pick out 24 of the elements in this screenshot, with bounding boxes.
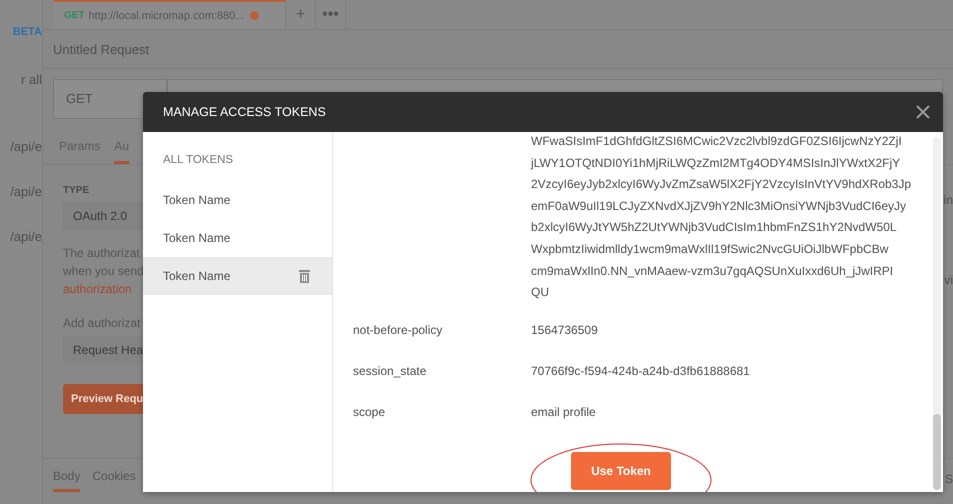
detail-value: email profile [531, 405, 596, 420]
history-item[interactable]: /api/e [10, 139, 42, 154]
history-item[interactable]: /api/e [10, 229, 42, 244]
token-value: WFwaSIsImF1dGhfdGltZSI6MCwic2Vzc2lvbl9zdGF0ZSI6IjcwNzY2ZjI jLWY1OTQtNDI0Yi1hMjRiLWQzZmI2MTg4ODY4MSIsInJlYWxtX2FjY 2VzcyI6eyJyb2xlcyI6WyJvZmZsaW5lX2FjY2VzcyIsInVtYV9hdXRob3Jp emF0aW9uIl19LCJyZXNvdXJjZV9hY2Nlc3MiOnsiYWNjb3VudCI6eyJy b2xlcyI6WyJtYW5hZ2UtYWNjb3VudCIsIm1hbmFnZS1hY2NvdW50L WxpbmtzIiwidmlldy1wcm9maWxlIl19fSwic2NvcGUiOiJlbWFpbCBw cm9maWxlIn0.NN_vnMAaew-vzm3u7gqAQSUnXuIxxd6Uh_jJwIRPI QU [531, 133, 912, 302]
use-token-button[interactable]: Use Token [571, 452, 671, 490]
scrollbar[interactable] [933, 137, 941, 490]
edge-text: vi [944, 273, 953, 287]
sidebar-link[interactable]: r all [21, 72, 42, 87]
detail-key: not-before-policy [353, 323, 531, 338]
edge-text: S [944, 472, 953, 486]
detail-key: scope [353, 405, 531, 420]
list-heading: ALL TOKENS [162, 154, 234, 166]
close-icon[interactable] [916, 105, 930, 119]
authorization-link[interactable]: authorization [63, 282, 132, 296]
detail-value: 70766f9c-f594-424b-a24b-d3fb61888681 [531, 364, 750, 378]
token-item[interactable]: Token Name [143, 257, 332, 295]
beta-badge[interactable]: BETA [12, 26, 42, 38]
history-item[interactable]: /api/e [10, 184, 42, 199]
type-label: TYPE [63, 185, 90, 196]
edge-text: in [944, 193, 953, 207]
request-title: Untitled Request [43, 30, 953, 69]
detail-key: session_state [353, 364, 531, 378]
trash-icon[interactable] [299, 270, 310, 282]
detail-value: 1564736509 [531, 323, 598, 338]
